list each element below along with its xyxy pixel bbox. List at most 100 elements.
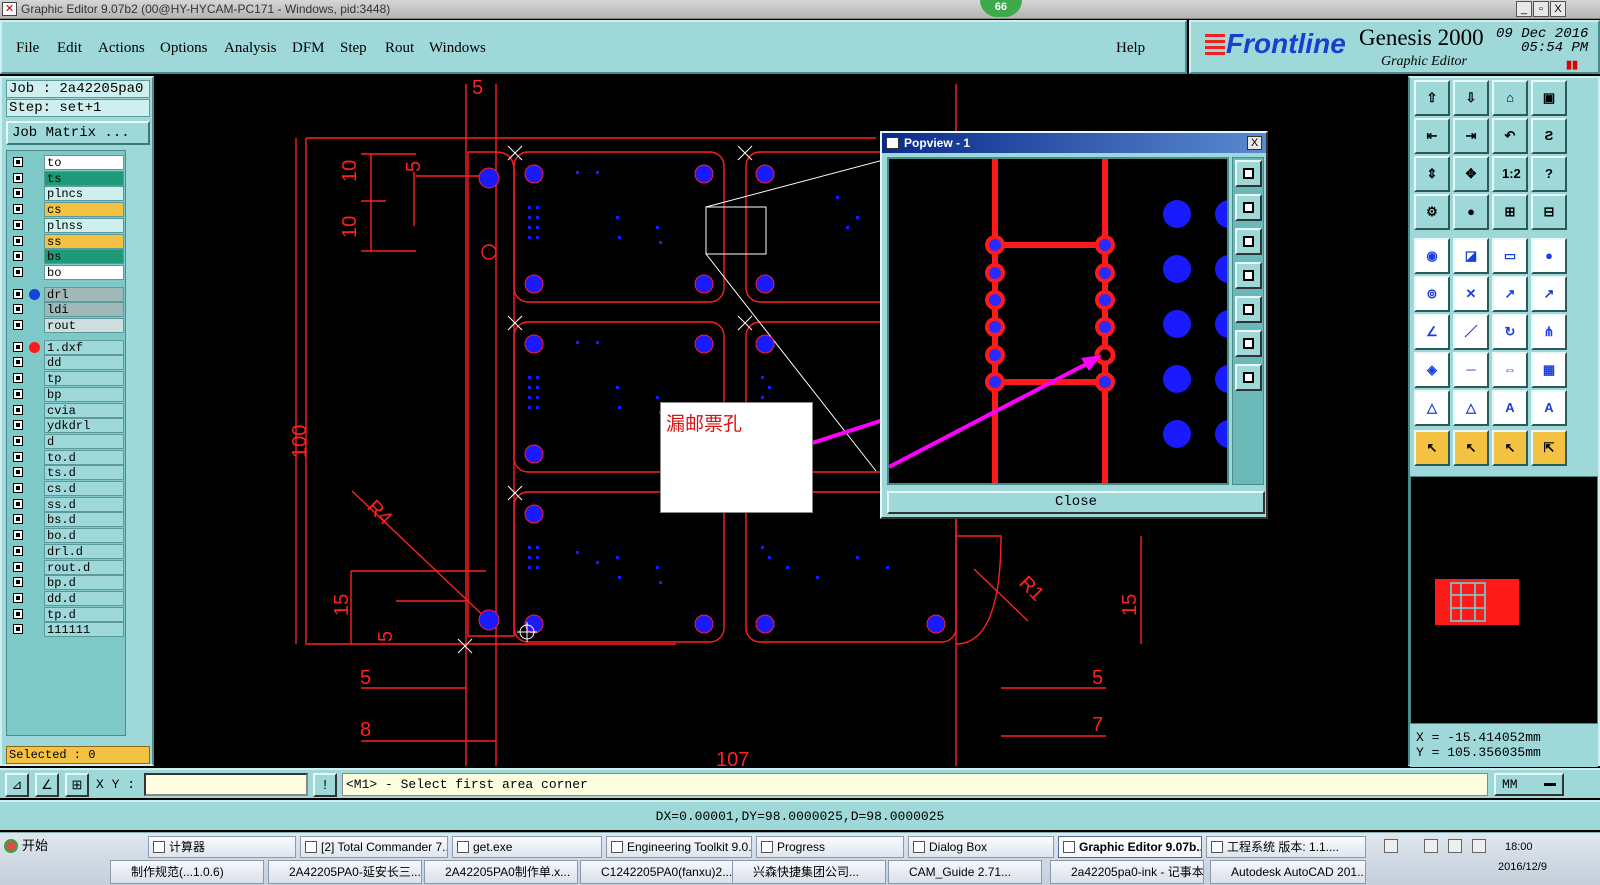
layer-name[interactable]: ss [44, 233, 124, 249]
rout-join-button[interactable]: ⊟ [1531, 194, 1567, 230]
layer-checkbox[interactable] [13, 373, 23, 384]
taskbar-task[interactable]: 2A42205PA0制作单.x... [424, 860, 578, 884]
menu-actions[interactable]: Actions [98, 40, 145, 57]
popview-fit-button[interactable] [1235, 330, 1262, 357]
layer-name[interactable]: cs.d [44, 481, 124, 496]
menu-dfm[interactable]: DFM [292, 40, 325, 57]
taskbar-task[interactable]: 2a42205pa0-ink - 记事本 [1050, 860, 1204, 884]
layer-checkbox[interactable] [13, 498, 23, 509]
add-pad-button[interactable]: ◉ [1414, 238, 1450, 274]
layer-name[interactable]: bp.d [44, 575, 124, 591]
delete-cross-button[interactable]: ✕ [1453, 276, 1489, 312]
add-line-button[interactable]: ─ [1453, 352, 1489, 388]
layer-checkbox[interactable] [13, 608, 23, 619]
layer-name[interactable]: bo.d [44, 528, 124, 544]
grid-button[interactable]: ⊞ [65, 773, 89, 797]
taskbar-task[interactable]: Autodesk AutoCAD 201... [1210, 860, 1366, 884]
popview-zoom-out-button[interactable] [1235, 228, 1262, 255]
select-poly-button[interactable]: ↖ [1492, 430, 1528, 466]
tray-usb-icon[interactable] [1424, 839, 1438, 853]
popview-fit-height-button[interactable] [1235, 364, 1262, 391]
resize-button[interactable]: ⇔ [1492, 352, 1528, 388]
layer-checkbox[interactable] [13, 420, 23, 431]
layer-row[interactable]: bs [9, 249, 124, 265]
layer-row[interactable]: tp [9, 371, 124, 387]
tray-network-icon[interactable] [1384, 839, 1398, 853]
layer-name[interactable]: 1.dxf [44, 339, 124, 355]
layer-row[interactable]: ss [9, 233, 124, 249]
add-text-button[interactable]: ▦ [1531, 352, 1567, 388]
home-button[interactable]: ⌂ [1492, 80, 1528, 116]
popview-pan-right-button[interactable] [1235, 296, 1262, 323]
layer-name[interactable]: ts [44, 170, 124, 186]
ruler-button[interactable]: ▭ [1492, 238, 1528, 274]
layer-row[interactable]: d [9, 433, 124, 449]
layer-row[interactable]: drl.d [9, 543, 124, 559]
popview-viewport[interactable] [887, 157, 1229, 485]
units-select[interactable]: MM [1494, 773, 1564, 796]
layer-checkbox[interactable] [13, 467, 23, 478]
menu-windows[interactable]: Windows [429, 40, 486, 57]
layer-name[interactable]: rout [44, 318, 124, 333]
zoom-back-button[interactable]: ↶ [1492, 118, 1528, 154]
taskbar-task[interactable]: [2] Total Commander 7.... [300, 836, 448, 858]
triangle-b-button[interactable]: △ [1453, 390, 1489, 426]
layer-row[interactable]: bp [9, 386, 124, 402]
layer-checkbox[interactable] [13, 341, 23, 352]
layer-row[interactable]: ts.d [9, 465, 124, 481]
layer-row[interactable]: bo.d [9, 528, 124, 544]
menu-file[interactable]: File [16, 40, 39, 57]
layer-row[interactable]: cvia [9, 402, 124, 418]
tray-google-icon[interactable] [1472, 839, 1486, 853]
arc-b-button[interactable]: A [1531, 390, 1567, 426]
select-box-button[interactable]: ↖ [1453, 430, 1489, 466]
minimize-button[interactable]: _ [1516, 1, 1532, 17]
layer-name[interactable]: plnss [44, 217, 124, 233]
popview-close-button[interactable]: Close [887, 491, 1265, 514]
layer-checkbox[interactable] [13, 204, 23, 215]
pan-right-button[interactable]: ⇥ [1453, 118, 1489, 154]
layer-name[interactable]: bp [44, 386, 124, 402]
zoom-s-button[interactable]: Ƨ [1531, 118, 1567, 154]
connect-nodes-button[interactable]: ⊚ [1414, 276, 1450, 312]
layer-name[interactable]: ts.d [44, 465, 124, 481]
menu-analysis[interactable]: Analysis [224, 40, 277, 57]
layer-row[interactable]: bo [9, 264, 124, 280]
clock-time[interactable]: 18:00 [1505, 841, 1533, 853]
layer-name[interactable]: ldi [44, 302, 124, 318]
start-button[interactable]: 开始 [2, 836, 64, 858]
layer-name[interactable]: cs [44, 202, 124, 218]
scale-1-2-button[interactable]: 1:2 [1492, 156, 1528, 192]
menu-options[interactable]: Options [160, 40, 208, 57]
layer-row[interactable]: dd [9, 355, 124, 371]
zoom-in-button[interactable]: ⇩ [1453, 80, 1489, 116]
menu-help[interactable]: Help [1116, 40, 1145, 57]
layer-row[interactable]: rout [9, 318, 124, 333]
taskbar-task[interactable]: 工程系统 版本: 1.1.... [1206, 836, 1366, 858]
layer-row[interactable]: ts [9, 170, 124, 186]
arc-a-button[interactable]: A [1492, 390, 1528, 426]
layer-row[interactable]: to.d [9, 449, 124, 465]
move-node-button[interactable]: ↗ [1531, 276, 1567, 312]
maximize-button[interactable]: ▫ [1533, 1, 1549, 17]
taskbar-task[interactable]: 2A42205PA0-延安长三... [268, 860, 422, 884]
step-field[interactable]: Step: set+1 [6, 99, 150, 117]
rotate-button[interactable]: ↻ [1492, 314, 1528, 350]
fit-both-button[interactable]: ✥ [1453, 156, 1489, 192]
popview-close-x-button[interactable]: X [1247, 136, 1262, 150]
layer-checkbox[interactable] [13, 235, 23, 246]
layer-row[interactable]: tp.d [9, 606, 124, 622]
layer-checkbox[interactable] [13, 561, 23, 572]
add-feature-button[interactable]: ◈ [1414, 352, 1450, 388]
layer-row[interactable]: 111111 [9, 622, 124, 638]
snap-point-button[interactable]: ● [1453, 194, 1489, 230]
triangle-a-button[interactable]: △ [1414, 390, 1450, 426]
taskbar-task[interactable]: get.exe [452, 836, 602, 858]
layer-checkbox[interactable] [13, 172, 23, 183]
tray-app-icon[interactable] [1448, 839, 1462, 853]
layer-row[interactable]: 1.dxf [9, 339, 124, 355]
layer-checkbox[interactable] [13, 266, 23, 277]
layer-row[interactable]: cs.d [9, 481, 124, 496]
layer-checkbox[interactable] [13, 624, 23, 635]
layer-checkbox[interactable] [13, 320, 23, 330]
